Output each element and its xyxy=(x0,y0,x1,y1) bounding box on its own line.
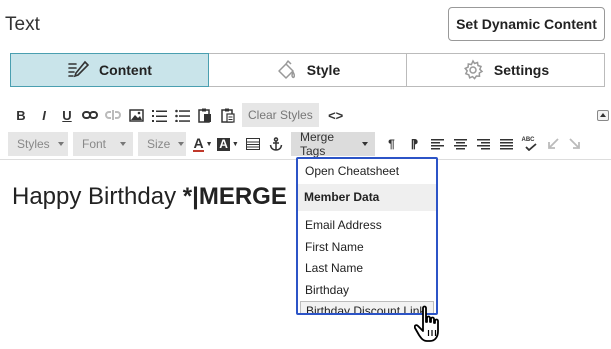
tab-bar: Content Style Settings xyxy=(10,53,605,87)
chevron-down-icon xyxy=(120,142,126,146)
merge-tags-dropdown[interactable]: Merge Tags xyxy=(291,130,375,158)
toolbar-row-1: B I U Clear Styles <> xyxy=(10,103,348,127)
chevron-down-icon xyxy=(362,142,368,146)
unlink-icon xyxy=(105,110,121,120)
text-color-button[interactable]: A ▼ xyxy=(191,133,215,155)
align-left-button[interactable] xyxy=(426,133,449,155)
chevron-down-icon xyxy=(178,142,185,146)
undo-icon xyxy=(548,138,559,149)
editor-merge-tag: *|MERGE xyxy=(182,183,287,210)
link-icon xyxy=(82,111,98,119)
numbered-list-button[interactable] xyxy=(148,104,170,126)
anchor-icon xyxy=(269,137,282,151)
paste-text-button[interactable] xyxy=(217,104,239,126)
source-code-button[interactable]: <> xyxy=(325,104,347,126)
align-center-button[interactable] xyxy=(449,133,472,155)
justify-button[interactable] xyxy=(495,133,518,155)
styles-dropdown[interactable]: Styles xyxy=(8,132,68,156)
numbered-list-icon xyxy=(151,109,167,122)
bullet-list-button[interactable] xyxy=(171,104,193,126)
panel-title: Text xyxy=(5,14,40,35)
bold-button[interactable]: B xyxy=(10,104,32,126)
set-dynamic-content-button[interactable]: Set Dynamic Content xyxy=(448,7,605,41)
table-button[interactable] xyxy=(241,133,264,155)
spellcheck-button[interactable]: ABC xyxy=(518,133,541,155)
tab-content-label: Content xyxy=(99,62,152,78)
background-color-button[interactable]: A ▼ xyxy=(215,133,241,155)
paste-button[interactable] xyxy=(194,104,216,126)
align-right-icon xyxy=(477,138,490,149)
chevron-down-icon: ▼ xyxy=(205,140,213,148)
table-icon xyxy=(245,138,260,150)
menu-section-header: Member Data xyxy=(298,183,436,211)
redo-icon xyxy=(569,138,580,149)
text-color-icon: A xyxy=(193,134,204,152)
image-button[interactable] xyxy=(125,104,147,126)
tab-style[interactable]: Style xyxy=(209,53,407,87)
paint-bucket-icon xyxy=(278,60,295,79)
anchor-button[interactable] xyxy=(264,133,287,155)
rtl-paragraph-button[interactable]: ⁋ xyxy=(403,133,426,155)
paste-text-icon xyxy=(221,108,235,123)
menu-item-birthday[interactable]: Birthday xyxy=(298,279,436,301)
background-color-icon: A xyxy=(217,136,230,151)
menu-item-first-name[interactable]: First Name xyxy=(298,236,436,258)
unlink-button[interactable] xyxy=(102,104,124,126)
editor-text-plain: Happy Birthday xyxy=(12,183,183,210)
menu-item-open-cheatsheet[interactable]: Open Cheatsheet xyxy=(298,160,436,182)
collapse-toolbar-button[interactable] xyxy=(597,110,609,121)
chevron-down-icon xyxy=(57,142,64,146)
merge-tags-menu: Open Cheatsheet Member Data Email Addres… xyxy=(296,157,438,315)
underline-button[interactable]: U xyxy=(56,104,78,126)
show-blocks-button[interactable]: ¶ xyxy=(380,133,403,155)
align-right-button[interactable] xyxy=(472,133,495,155)
tab-content[interactable]: Content xyxy=(10,53,209,87)
tab-settings[interactable]: Settings xyxy=(407,53,605,87)
clear-styles-button[interactable]: Clear Styles xyxy=(242,103,319,127)
menu-item-email-address[interactable]: Email Address xyxy=(298,215,436,237)
tab-style-label: Style xyxy=(306,62,341,78)
bullet-list-icon xyxy=(174,109,190,122)
tab-settings-label: Settings xyxy=(493,62,550,78)
menu-item-last-name[interactable]: Last Name xyxy=(298,258,436,280)
clipboard-icon xyxy=(198,108,211,123)
italic-button[interactable]: I xyxy=(33,104,55,126)
justify-icon xyxy=(500,138,513,149)
link-button[interactable] xyxy=(79,104,101,126)
pencil-lines-icon xyxy=(68,60,90,78)
image-icon xyxy=(128,108,144,122)
undo-button[interactable] xyxy=(541,133,564,155)
editor-content[interactable]: Happy Birthday *|MERGE xyxy=(12,183,287,211)
gear-icon xyxy=(463,59,484,80)
redo-button[interactable] xyxy=(564,133,587,155)
size-dropdown[interactable]: Size xyxy=(138,132,186,156)
align-left-icon xyxy=(431,138,444,149)
chevron-down-icon: ▼ xyxy=(231,140,239,148)
align-center-icon xyxy=(454,138,467,149)
toolbar-row-2: Styles Font Size A ▼ A ▼ Merge Tags ¶ ⁋ AB… xyxy=(8,130,587,158)
font-dropdown[interactable]: Font xyxy=(73,132,133,156)
spellcheck-icon: ABC xyxy=(522,137,538,151)
hand-cursor-icon xyxy=(414,305,439,342)
